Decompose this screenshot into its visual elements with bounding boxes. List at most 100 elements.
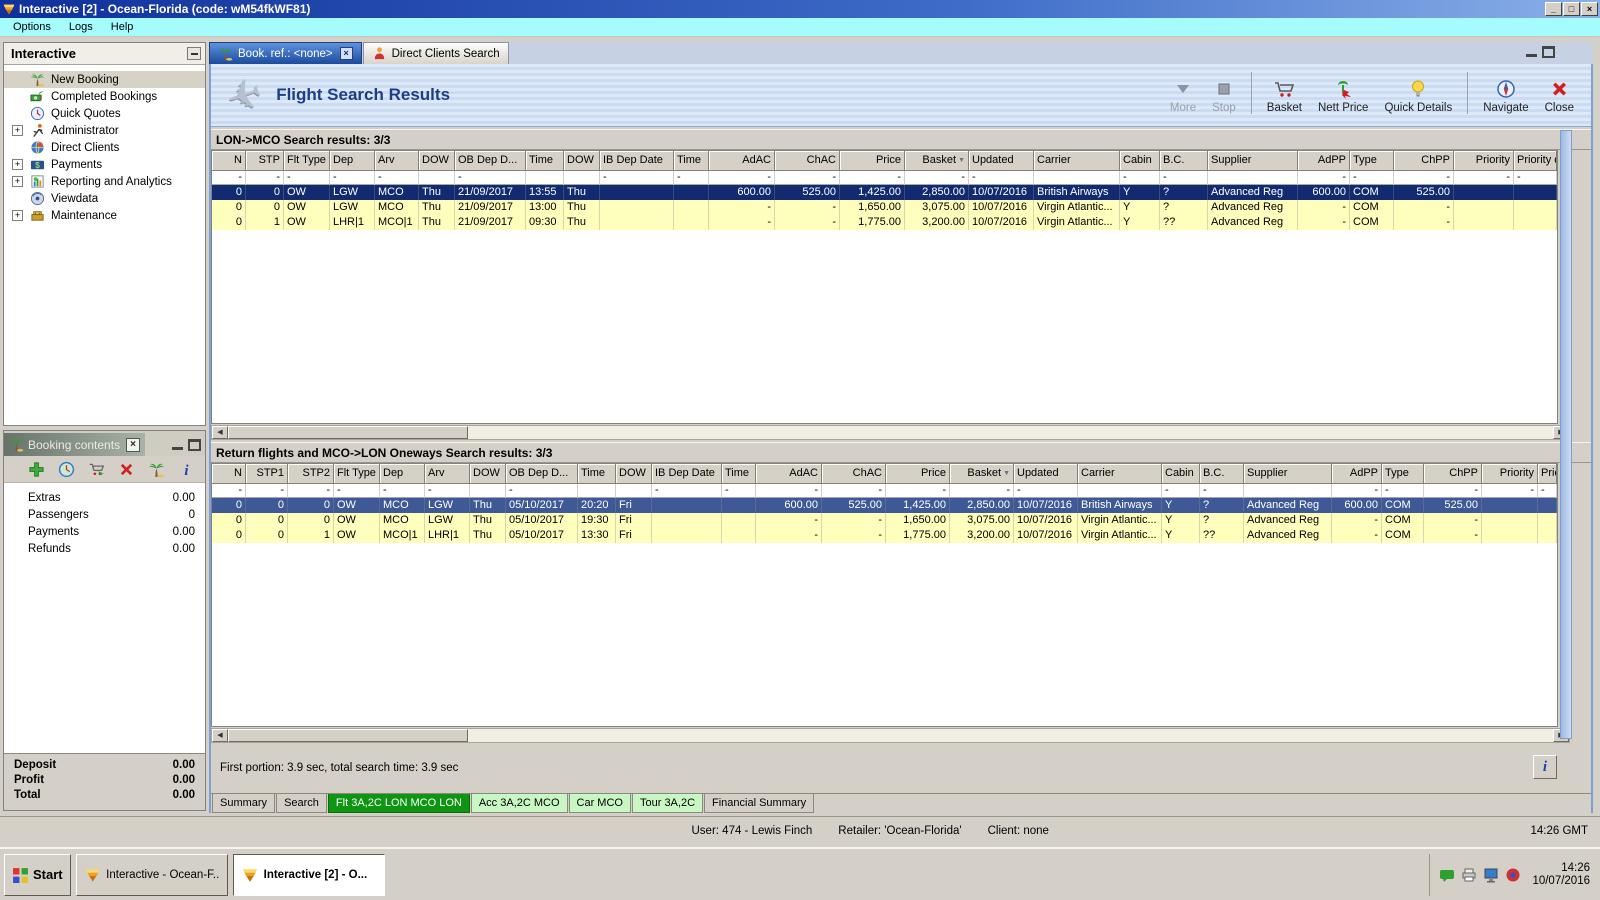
sidebar-item-quick-quotes[interactable]: Quick Quotes: [4, 105, 205, 122]
sidebar-item-administrator[interactable]: +Administrator: [4, 122, 205, 139]
filter-cell[interactable]: -: [288, 484, 334, 498]
filter-cell[interactable]: [616, 484, 652, 498]
filter-cell[interactable]: -: [969, 171, 1034, 185]
maximize-panel-button[interactable]: [188, 439, 201, 451]
filter-cell[interactable]: -: [1332, 484, 1382, 498]
column-header-b-c[interactable]: B.C.: [1200, 464, 1244, 484]
info-icon[interactable]: i: [178, 461, 195, 478]
result-row-2[interactable]: 01OWLHR|1MCO|1Thu21/09/201709:30Thu--1,7…: [212, 215, 1557, 230]
expand-icon[interactable]: +: [12, 125, 23, 136]
filter-cell[interactable]: -: [1160, 171, 1208, 185]
column-header-supplier[interactable]: Supplier: [1208, 151, 1298, 171]
filter-cell[interactable]: -: [1424, 484, 1482, 498]
palm-tree-icon[interactable]: [148, 461, 165, 478]
filter-cell[interactable]: -: [1200, 484, 1244, 498]
filter-cell[interactable]: -: [425, 484, 470, 498]
filter-cell[interactable]: -: [212, 171, 246, 185]
quick-details-button[interactable]: Quick Details: [1377, 76, 1459, 116]
sidebar-item-maintenance[interactable]: +Maintenance: [4, 207, 205, 224]
filter-cell[interactable]: -: [1394, 171, 1454, 185]
column-header-adac[interactable]: AdAC: [756, 464, 822, 484]
result-row-1[interactable]: 000OWMCOLGWThu05/10/201719:30Fri--1,650.…: [212, 513, 1557, 528]
column-header-stp[interactable]: STP: [246, 151, 284, 171]
filter-cell[interactable]: -: [822, 484, 886, 498]
maximize-button[interactable]: □: [1563, 2, 1580, 16]
alert-icon[interactable]: [1505, 867, 1521, 883]
column-header-n[interactable]: N: [212, 151, 246, 171]
column-header-cabin[interactable]: Cabin: [1162, 464, 1200, 484]
column-header-dow[interactable]: DOW: [470, 464, 506, 484]
sidebar-item-reporting-and-analytics[interactable]: +Reporting and Analytics: [4, 173, 205, 190]
filter-cell[interactable]: -: [380, 484, 425, 498]
column-header-arv[interactable]: Arv: [375, 151, 419, 171]
column-header-dep[interactable]: Dep: [380, 464, 425, 484]
stop-button[interactable]: Stop: [1205, 76, 1243, 116]
column-header-time[interactable]: Time: [674, 151, 709, 171]
menu-item-help[interactable]: Help: [102, 19, 143, 35]
column-header-price[interactable]: Price: [840, 151, 905, 171]
add-to-basket-icon[interactable]: [88, 461, 105, 478]
column-header-basket[interactable]: Basket▼: [950, 464, 1014, 484]
column-header-chpp[interactable]: ChPP: [1394, 151, 1454, 171]
column-header-ob-dep-d[interactable]: OB Dep D...: [455, 151, 526, 171]
column-header-arv[interactable]: Arv: [425, 464, 470, 484]
filter-cell[interactable]: -: [722, 484, 756, 498]
column-header-priority[interactable]: Priority: [1482, 464, 1538, 484]
expand-icon[interactable]: +: [12, 159, 23, 170]
chat-icon[interactable]: [1439, 867, 1455, 883]
scrollbar-thumb[interactable]: [228, 426, 468, 439]
filter-cell[interactable]: -: [775, 171, 840, 185]
column-header-cabin[interactable]: Cabin: [1120, 151, 1160, 171]
column-header-type[interactable]: Type: [1350, 151, 1394, 171]
result-row-0[interactable]: 00OWLGWMCOThu21/09/201713:55Thu600.00525…: [212, 185, 1557, 200]
close-tab-icon[interactable]: ×: [340, 47, 353, 60]
filter-cell[interactable]: [564, 171, 600, 185]
filter-cell[interactable]: [470, 484, 506, 498]
more-button[interactable]: More: [1163, 76, 1203, 116]
minimize-pane-button[interactable]: [1525, 46, 1538, 58]
basket-button[interactable]: Basket: [1260, 76, 1309, 116]
bottom-tab-search[interactable]: Search: [276, 794, 327, 813]
filter-cell[interactable]: -: [1382, 484, 1424, 498]
filter-cell[interactable]: [419, 171, 455, 185]
column-header-carrier[interactable]: Carrier: [1034, 151, 1120, 171]
bottom-tab-summary[interactable]: Summary: [212, 794, 275, 813]
bottom-tab-flt-3a-2c-lon-mco-lon[interactable]: Flt 3A,2C LON MCO LON: [328, 794, 470, 813]
sidebar-item-new-booking[interactable]: New Booking: [4, 71, 205, 88]
result-row-2[interactable]: 001OWMCO|1LHR|1Thu05/10/201713:30Fri--1,…: [212, 528, 1557, 543]
menu-item-options[interactable]: Options: [4, 19, 60, 35]
column-header-adpp[interactable]: AdPP: [1298, 151, 1350, 171]
column-header-price[interactable]: Price: [886, 464, 950, 484]
outbound-horizontal-scrollbar[interactable]: ◀ ▶: [211, 425, 1570, 440]
filter-cell[interactable]: -: [1014, 484, 1078, 498]
filter-cell[interactable]: [526, 171, 564, 185]
column-header-flt-type[interactable]: Flt Type: [284, 151, 330, 171]
filter-cell[interactable]: -: [1514, 171, 1557, 185]
column-header-dow[interactable]: DOW: [616, 464, 652, 484]
expand-icon[interactable]: +: [12, 176, 23, 187]
column-header-chpp[interactable]: ChPP: [1424, 464, 1482, 484]
column-header-time[interactable]: Time: [578, 464, 616, 484]
printer-icon[interactable]: [1461, 867, 1477, 883]
restore-pane-button[interactable]: [1542, 46, 1555, 58]
column-header-prior[interactable]: Prior: [1538, 464, 1557, 484]
column-header-ib-dep-date[interactable]: IB Dep Date: [600, 151, 674, 171]
tab-book-ref-none[interactable]: Book. ref.: <none>×: [209, 42, 362, 64]
taskbar-window-button-interactive-2-o[interactable]: Interactive [2] - O...: [233, 854, 385, 896]
filter-cell[interactable]: -: [950, 484, 1014, 498]
filter-cell[interactable]: -: [506, 484, 578, 498]
column-header-updated[interactable]: Updated: [969, 151, 1034, 171]
filter-cell[interactable]: -: [334, 484, 380, 498]
column-header-basket[interactable]: Basket▼: [905, 151, 969, 171]
column-header-stp1[interactable]: STP1: [246, 464, 288, 484]
close-icon[interactable]: ×: [126, 438, 140, 452]
expand-icon[interactable]: +: [12, 210, 23, 221]
bottom-tab-financial-summary[interactable]: Financial Summary: [704, 794, 814, 813]
filter-cell[interactable]: -: [1162, 484, 1200, 498]
navigate-button[interactable]: Navigate: [1476, 76, 1535, 116]
column-header-time[interactable]: Time: [526, 151, 564, 171]
menu-item-logs[interactable]: Logs: [60, 19, 102, 35]
column-header-priority[interactable]: Priority: [1454, 151, 1514, 171]
column-header-type[interactable]: Type: [1382, 464, 1424, 484]
sidebar-item-direct-clients[interactable]: Direct Clients: [4, 139, 205, 156]
